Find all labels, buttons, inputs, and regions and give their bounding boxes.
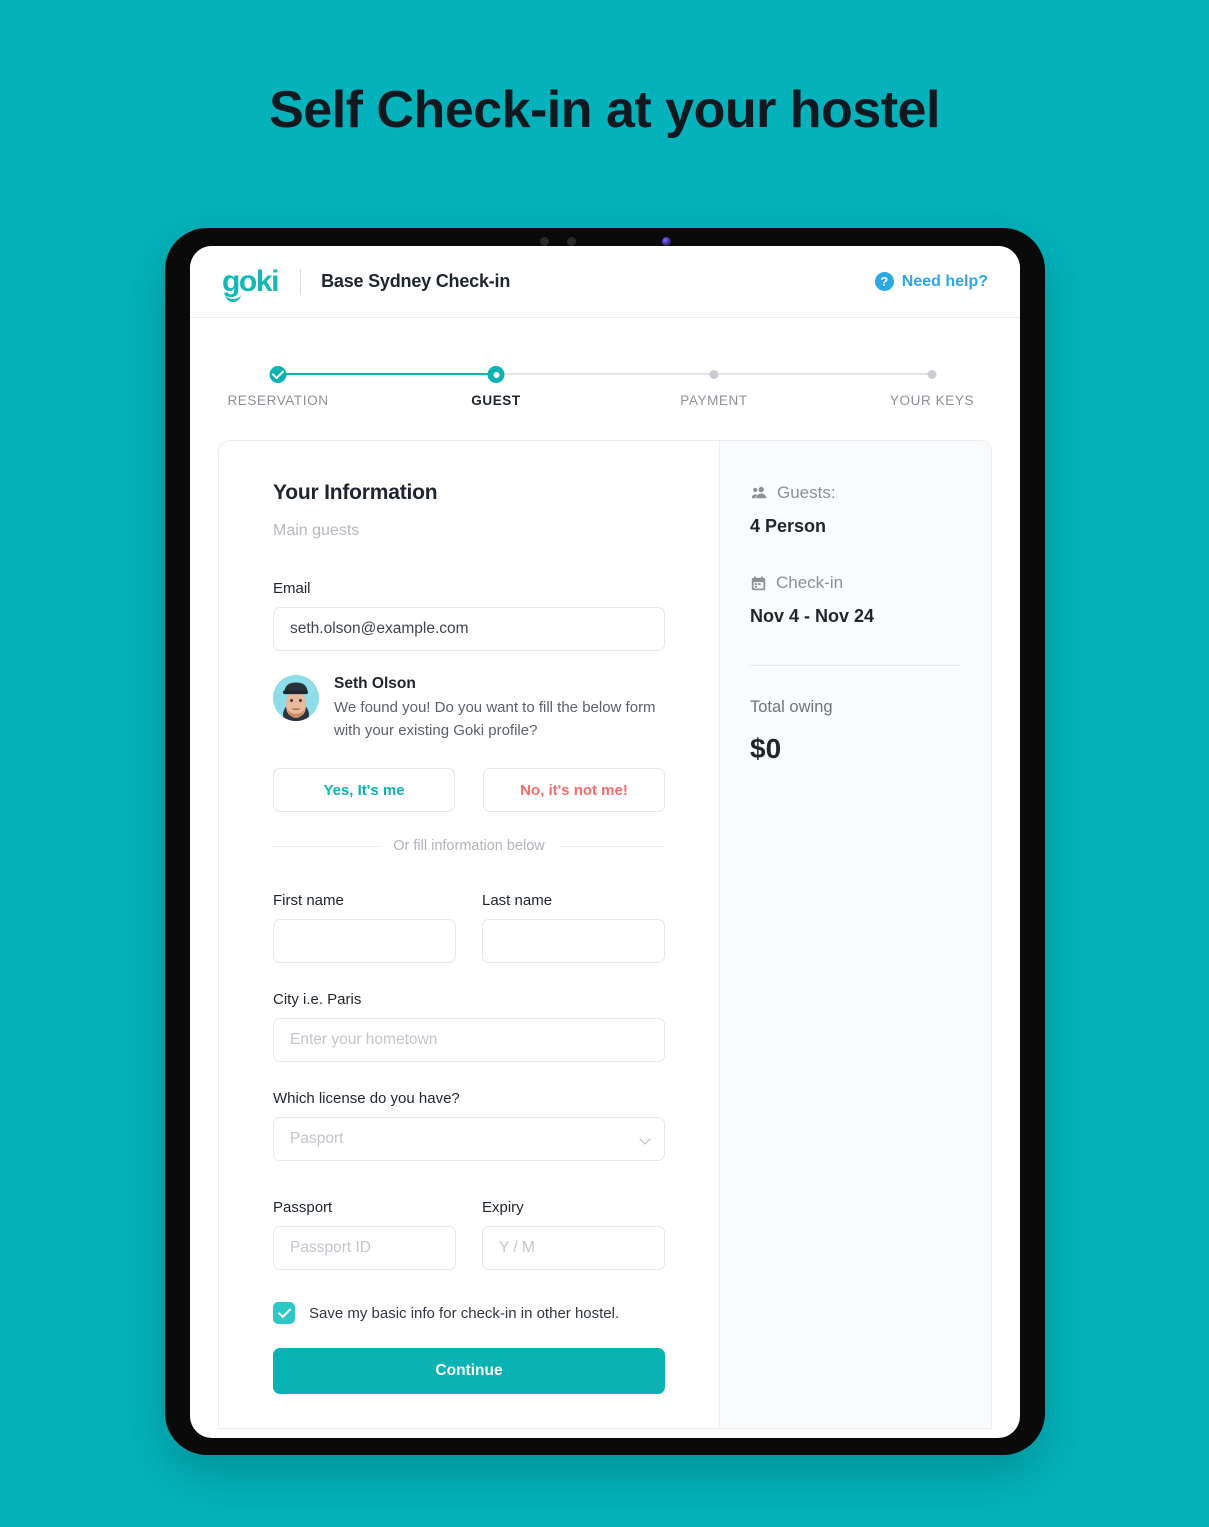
expiry-label: Expiry (482, 1199, 524, 1216)
current-step-dot-icon (487, 366, 505, 383)
form-subtitle: Main guests (273, 522, 360, 539)
passport-field-group: Passport (273, 1199, 456, 1270)
profile-confirm-buttons: Yes, It's me No, it's not me! (273, 768, 665, 812)
city-field-group: City i.e. Paris (273, 991, 665, 1062)
guests-heading: Guests: (750, 483, 961, 503)
checkin-content-card: Your Information Main guests Email seth.… (218, 440, 992, 1429)
guest-form: Your Information Main guests Email seth.… (219, 441, 719, 1428)
stepper-label-reservation: RESERVATION (227, 393, 329, 408)
guests-icon (751, 486, 767, 499)
app-header: goki Base Sydney Check-in ? Need help? (190, 246, 1020, 318)
progress-stepper: RESERVATION GUEST PAYMENT YOUR KEYS (190, 318, 1020, 408)
page-title: Self Check-in at your hostel (269, 81, 940, 139)
continue-button[interactable]: Continue (273, 1348, 665, 1394)
front-camera-icon (661, 236, 671, 246)
save-info-checkbox[interactable] (273, 1302, 295, 1324)
stepper-label-guest: GUEST (471, 393, 521, 408)
profile-name: Seth Olson (334, 675, 416, 692)
or-fill-divider-label: Or fill information below (393, 838, 545, 854)
stepper-track: RESERVATION GUEST PAYMENT YOUR KEYS (227, 366, 973, 408)
name-fields-row: First name Last name (273, 892, 665, 963)
passport-input[interactable] (273, 1226, 456, 1270)
reservation-summary: Guests: 4 Person Check-in Nov 4 - Nov 24… (719, 441, 991, 1428)
last-name-label: Last name (482, 892, 553, 909)
question-circle-icon: ? (874, 272, 894, 291)
profile-message: We found you! Do you want to fill the be… (334, 699, 656, 739)
email-input[interactable] (273, 607, 665, 651)
first-name-label: First name (273, 892, 344, 909)
tablet-device-frame: goki Base Sydney Check-in ? Need help? R… (165, 228, 1045, 1455)
expiry-input[interactable] (482, 1226, 665, 1270)
sensor-dot-icon (539, 236, 549, 246)
expiry-field-group: Expiry (482, 1199, 665, 1270)
city-input[interactable] (273, 1018, 665, 1062)
email-label: Email (273, 580, 311, 597)
passport-fields-row: Passport Expiry (273, 1199, 665, 1270)
email-field-group: Email (273, 580, 665, 651)
form-title: Your Information (273, 481, 438, 504)
save-info-label: Save my basic info for check-in in other… (309, 1304, 620, 1322)
total-owing-label: Total owing (750, 698, 833, 716)
checkin-heading: Check-in (750, 573, 961, 593)
last-name-field-group: Last name (482, 892, 665, 963)
or-fill-divider: Or fill information below (273, 838, 665, 854)
guests-label: Guests: (777, 483, 836, 502)
checkin-label: Check-in (776, 573, 844, 592)
checkin-value: Nov 4 - Nov 24 (750, 606, 875, 626)
last-name-input[interactable] (482, 919, 665, 963)
check-icon (269, 366, 287, 383)
license-field-group: Which license do you have? (273, 1090, 665, 1161)
total-owing-value: $0 (750, 733, 782, 764)
first-name-field-group: First name (273, 892, 456, 963)
pending-step-dot-icon (709, 370, 719, 379)
summary-divider (750, 665, 961, 666)
found-profile-text-block: Seth Olson We found you! Do you want to … (334, 675, 665, 742)
need-help-link[interactable]: ? Need help? (874, 272, 988, 291)
avatar-photo (273, 675, 319, 721)
logo-smile-icon (225, 294, 241, 302)
city-label: City i.e. Paris (273, 991, 362, 1008)
stepper-label-your-keys: YOUR KEYS (889, 393, 975, 408)
found-profile-row: Seth Olson We found you! Do you want to … (273, 675, 665, 742)
goki-logo[interactable]: goki (222, 264, 280, 302)
goki-logo-text: goki (222, 264, 279, 298)
license-select[interactable] (273, 1117, 665, 1161)
stepper-label-payment: PAYMENT (680, 393, 748, 408)
sensor-dot-icon (566, 236, 576, 246)
license-select-wrapper (273, 1117, 665, 1161)
license-label: Which license do you have? (273, 1090, 460, 1107)
avatar (273, 675, 319, 721)
yes-its-me-button[interactable]: Yes, It's me (273, 768, 455, 812)
passport-label: Passport (273, 1199, 333, 1216)
header-title: Base Sydney Check-in (321, 271, 511, 291)
header-divider (300, 268, 302, 295)
first-name-input[interactable] (273, 919, 456, 963)
pending-step-dot-icon (927, 370, 937, 379)
no-its-not-me-button[interactable]: No, it's not me! (483, 768, 665, 812)
stepper-line-completed (278, 373, 496, 375)
checkin-block: Check-in Nov 4 - Nov 24 (750, 573, 961, 627)
calendar-icon (751, 575, 766, 590)
need-help-label: Need help? (901, 272, 988, 290)
save-info-row: Save my basic info for check-in in other… (273, 1302, 665, 1324)
guests-value: 4 Person (750, 516, 827, 536)
tablet-screen: goki Base Sydney Check-in ? Need help? R… (190, 246, 1020, 1438)
